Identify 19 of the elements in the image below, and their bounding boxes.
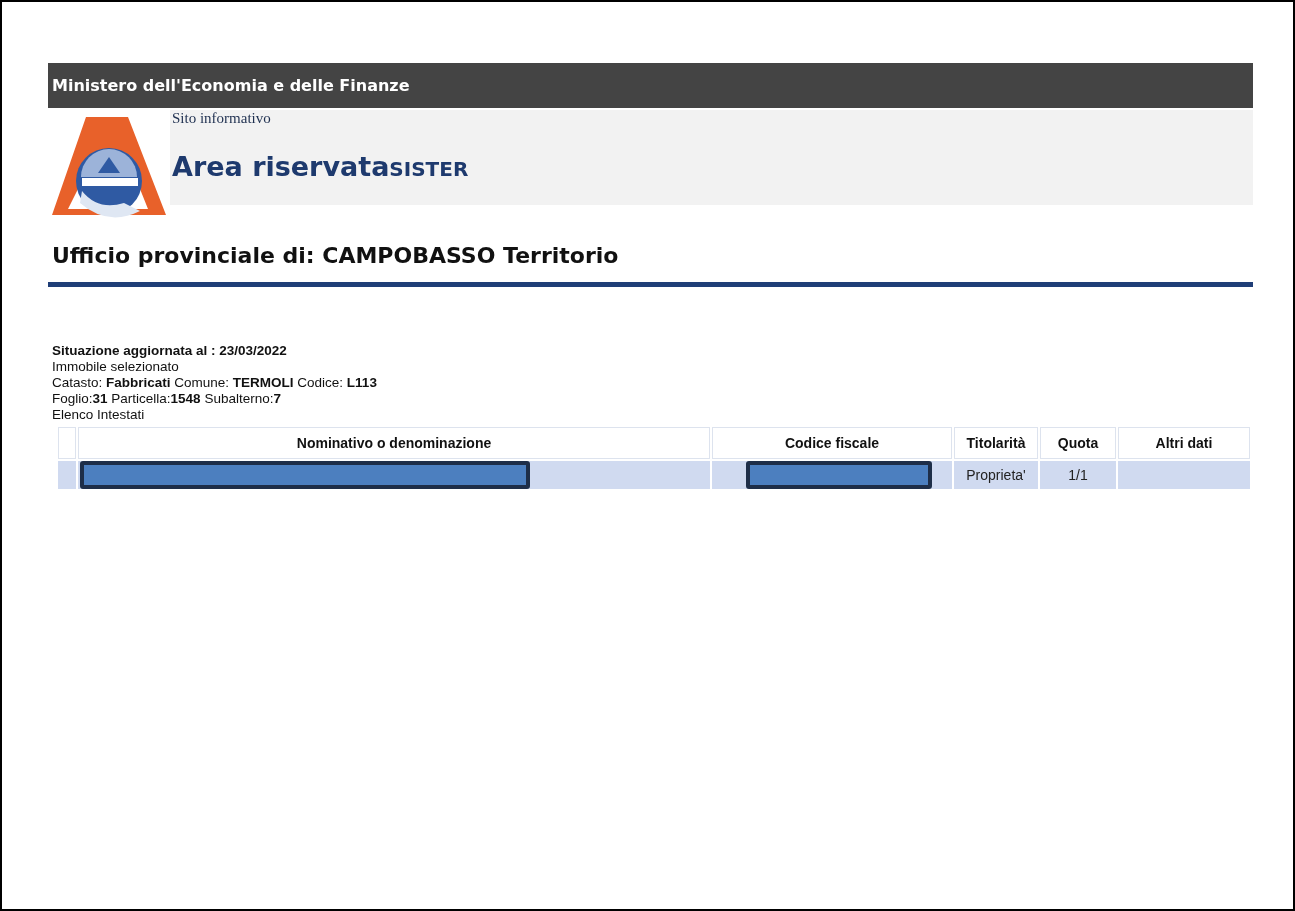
info-line: Foglio:31 Particella:1548 Subalterno:7 [52,391,282,407]
blank-header-cell [58,427,76,459]
column-header: Altri dati [1118,427,1250,459]
ministry-title: Ministero dell'Economia e delle Finanze [52,76,410,95]
info-line: Situazione aggiornata al : 23/03/2022 [52,343,288,359]
info-line: Elenco Intestati [52,407,146,423]
site-subtitle: Sito informativo [172,110,272,127]
column-header: Quota [1040,427,1116,459]
info-line: Catasto: Fabbricati Comune: TERMOLI Codice: L113 [52,375,378,391]
empty-cell [58,461,76,489]
area-title: Area riservata [172,151,390,182]
column-header: Nominativo o denominazione [78,427,710,459]
column-header: Codice fiscale [712,427,952,459]
office-title: Ufficio provinciale di: CAMPOBASSO Territorio [52,243,620,268]
table-cell: 1/1 [1040,461,1116,489]
area-suffix: SISTER [389,157,469,181]
info-line: Immobile selezionato [52,359,180,375]
table-cell: Proprieta' [954,461,1038,489]
column-header: Titolarità [954,427,1038,459]
